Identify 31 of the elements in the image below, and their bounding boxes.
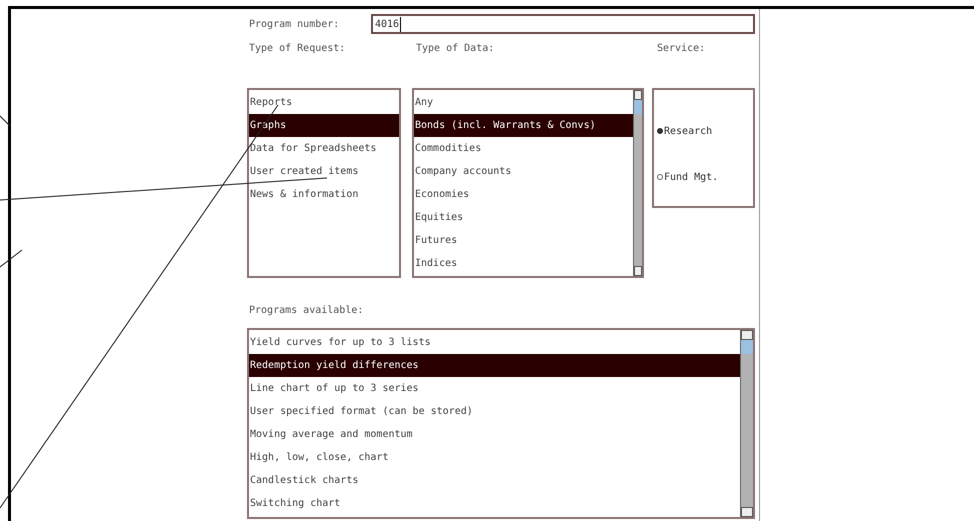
request-type-label: Type of Request:	[248, 42, 346, 54]
scrollbar[interactable]	[740, 330, 753, 517]
radio-option[interactable]: Fund Mgt.	[654, 169, 753, 185]
list-item[interactable]: Moving average and momentum	[249, 423, 740, 446]
list-item[interactable]: Reports	[249, 91, 399, 114]
list-item[interactable]: Equities	[414, 206, 633, 229]
list-item[interactable]: User created items	[249, 160, 399, 183]
radio-option[interactable]: Research	[654, 123, 753, 139]
programs-label: Programs available:	[248, 304, 364, 318]
list-item[interactable]: Redemption yield differences	[249, 354, 740, 377]
list-item[interactable]: Futures	[414, 229, 633, 252]
service-label: Service:	[657, 42, 706, 54]
program-number-field[interactable]: 4016	[371, 14, 755, 34]
list-item[interactable]: Company accounts	[414, 160, 633, 183]
list-item[interactable]: Data for Spreadsheets	[249, 137, 399, 160]
list-item[interactable]: Graphs	[249, 114, 399, 137]
list-item[interactable]: High, low, close, chart	[249, 446, 740, 469]
list-item[interactable]: Any	[414, 91, 633, 114]
list-item[interactable]: Yield curves for up to 3 lists	[249, 331, 740, 354]
program-number-label: Program number:	[248, 18, 340, 30]
list-item[interactable]: News & information	[249, 183, 399, 206]
list-item[interactable]: Commodities	[414, 137, 633, 160]
list-item[interactable]: Candlestick charts	[249, 469, 740, 492]
list-item[interactable]: Line chart of up to 3 series	[249, 377, 740, 400]
list-item[interactable]: User specified format (can be stored)	[249, 400, 740, 423]
data-type-label: Type of Data:	[415, 42, 496, 54]
list-item[interactable]: Switching chart	[249, 492, 740, 515]
list-item[interactable]: Indices	[414, 252, 633, 275]
list-item[interactable]: Economies	[414, 183, 633, 206]
list-item[interactable]: Bonds (incl. Warrants & Convs)	[414, 114, 633, 137]
scrollbar[interactable]	[633, 90, 642, 276]
